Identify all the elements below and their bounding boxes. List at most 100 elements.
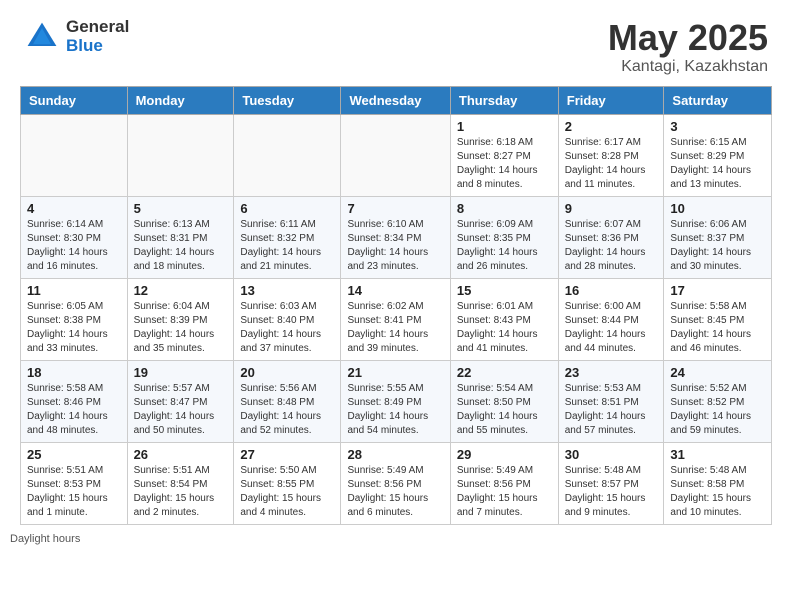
day-info: Sunrise: 6:02 AMSunset: 8:41 PMDaylight:… — [347, 301, 428, 354]
calendar-day-cell — [21, 114, 128, 196]
day-number: 24 — [670, 365, 765, 380]
calendar-day-cell: 2 Sunrise: 6:17 AMSunset: 8:28 PMDayligh… — [558, 114, 664, 196]
calendar-day-header: Wednesday — [341, 86, 450, 114]
calendar-day-cell: 4 Sunrise: 6:14 AMSunset: 8:30 PMDayligh… — [21, 196, 128, 278]
calendar-day-cell: 17 Sunrise: 5:58 AMSunset: 8:45 PMDaylig… — [664, 278, 772, 360]
day-number: 21 — [347, 365, 443, 380]
calendar-week-row: 18 Sunrise: 5:58 AMSunset: 8:46 PMDaylig… — [21, 360, 772, 442]
title-block: May 2025 Kantagi, Kazakhstan — [608, 18, 768, 76]
day-number: 11 — [27, 283, 121, 298]
day-info: Sunrise: 6:09 AMSunset: 8:35 PMDaylight:… — [457, 219, 538, 272]
day-info: Sunrise: 5:58 AMSunset: 8:46 PMDaylight:… — [27, 383, 108, 436]
day-info: Sunrise: 5:54 AMSunset: 8:50 PMDaylight:… — [457, 383, 538, 436]
footer-text: Daylight hours — [10, 533, 80, 545]
day-info: Sunrise: 6:11 AMSunset: 8:32 PMDaylight:… — [240, 219, 321, 272]
day-info: Sunrise: 6:04 AMSunset: 8:39 PMDaylight:… — [134, 301, 215, 354]
day-info: Sunrise: 5:51 AMSunset: 8:53 PMDaylight:… — [27, 465, 108, 518]
day-number: 26 — [134, 447, 228, 462]
day-info: Sunrise: 6:03 AMSunset: 8:40 PMDaylight:… — [240, 301, 321, 354]
calendar-day-cell: 12 Sunrise: 6:04 AMSunset: 8:39 PMDaylig… — [127, 278, 234, 360]
calendar-day-cell: 9 Sunrise: 6:07 AMSunset: 8:36 PMDayligh… — [558, 196, 664, 278]
day-info: Sunrise: 5:53 AMSunset: 8:51 PMDaylight:… — [565, 383, 646, 436]
calendar-day-cell: 6 Sunrise: 6:11 AMSunset: 8:32 PMDayligh… — [234, 196, 341, 278]
calendar-week-row: 4 Sunrise: 6:14 AMSunset: 8:30 PMDayligh… — [21, 196, 772, 278]
calendar-day-cell: 24 Sunrise: 5:52 AMSunset: 8:52 PMDaylig… — [664, 360, 772, 442]
footer: Daylight hours — [0, 525, 792, 549]
calendar-day-cell: 29 Sunrise: 5:49 AMSunset: 8:56 PMDaylig… — [450, 442, 558, 524]
page-header: General Blue May 2025 Kantagi, Kazakhsta… — [0, 0, 792, 86]
day-info: Sunrise: 6:13 AMSunset: 8:31 PMDaylight:… — [134, 219, 215, 272]
day-info: Sunrise: 5:49 AMSunset: 8:56 PMDaylight:… — [347, 465, 428, 518]
day-number: 8 — [457, 201, 552, 216]
day-number: 29 — [457, 447, 552, 462]
day-info: Sunrise: 6:15 AMSunset: 8:29 PMDaylight:… — [670, 137, 751, 190]
calendar-week-row: 11 Sunrise: 6:05 AMSunset: 8:38 PMDaylig… — [21, 278, 772, 360]
calendar-day-cell: 15 Sunrise: 6:01 AMSunset: 8:43 PMDaylig… — [450, 278, 558, 360]
day-number: 23 — [565, 365, 658, 380]
day-number: 27 — [240, 447, 334, 462]
day-info: Sunrise: 5:55 AMSunset: 8:49 PMDaylight:… — [347, 383, 428, 436]
day-number: 28 — [347, 447, 443, 462]
calendar-day-cell: 28 Sunrise: 5:49 AMSunset: 8:56 PMDaylig… — [341, 442, 450, 524]
day-number: 17 — [670, 283, 765, 298]
day-number: 7 — [347, 201, 443, 216]
day-info: Sunrise: 6:14 AMSunset: 8:30 PMDaylight:… — [27, 219, 108, 272]
day-info: Sunrise: 5:56 AMSunset: 8:48 PMDaylight:… — [240, 383, 321, 436]
day-info: Sunrise: 5:57 AMSunset: 8:47 PMDaylight:… — [134, 383, 215, 436]
day-info: Sunrise: 5:51 AMSunset: 8:54 PMDaylight:… — [134, 465, 215, 518]
day-info: Sunrise: 6:17 AMSunset: 8:28 PMDaylight:… — [565, 137, 646, 190]
calendar-wrapper: SundayMondayTuesdayWednesdayThursdayFrid… — [0, 86, 792, 525]
logo: General Blue — [24, 18, 129, 55]
calendar-day-header: Saturday — [664, 86, 772, 114]
day-info: Sunrise: 6:10 AMSunset: 8:34 PMDaylight:… — [347, 219, 428, 272]
calendar-week-row: 1 Sunrise: 6:18 AMSunset: 8:27 PMDayligh… — [21, 114, 772, 196]
calendar-day-header: Sunday — [21, 86, 128, 114]
calendar-day-header: Tuesday — [234, 86, 341, 114]
calendar-day-cell: 10 Sunrise: 6:06 AMSunset: 8:37 PMDaylig… — [664, 196, 772, 278]
calendar-day-cell: 30 Sunrise: 5:48 AMSunset: 8:57 PMDaylig… — [558, 442, 664, 524]
calendar-week-row: 25 Sunrise: 5:51 AMSunset: 8:53 PMDaylig… — [21, 442, 772, 524]
month-title: May 2025 — [608, 18, 768, 58]
day-number: 10 — [670, 201, 765, 216]
calendar-day-cell: 8 Sunrise: 6:09 AMSunset: 8:35 PMDayligh… — [450, 196, 558, 278]
logo-general: General — [66, 18, 129, 37]
calendar-day-cell: 26 Sunrise: 5:51 AMSunset: 8:54 PMDaylig… — [127, 442, 234, 524]
calendar-day-cell: 13 Sunrise: 6:03 AMSunset: 8:40 PMDaylig… — [234, 278, 341, 360]
calendar-day-header: Thursday — [450, 86, 558, 114]
day-number: 3 — [670, 119, 765, 134]
day-number: 18 — [27, 365, 121, 380]
day-info: Sunrise: 5:58 AMSunset: 8:45 PMDaylight:… — [670, 301, 751, 354]
logo-icon — [24, 19, 60, 55]
day-info: Sunrise: 5:48 AMSunset: 8:57 PMDaylight:… — [565, 465, 646, 518]
calendar-table: SundayMondayTuesdayWednesdayThursdayFrid… — [20, 86, 772, 525]
calendar-day-cell: 21 Sunrise: 5:55 AMSunset: 8:49 PMDaylig… — [341, 360, 450, 442]
day-number: 30 — [565, 447, 658, 462]
day-info: Sunrise: 5:50 AMSunset: 8:55 PMDaylight:… — [240, 465, 321, 518]
calendar-day-cell: 3 Sunrise: 6:15 AMSunset: 8:29 PMDayligh… — [664, 114, 772, 196]
calendar-day-cell: 23 Sunrise: 5:53 AMSunset: 8:51 PMDaylig… — [558, 360, 664, 442]
day-number: 25 — [27, 447, 121, 462]
day-number: 2 — [565, 119, 658, 134]
calendar-day-cell: 25 Sunrise: 5:51 AMSunset: 8:53 PMDaylig… — [21, 442, 128, 524]
location: Kantagi, Kazakhstan — [608, 58, 768, 76]
calendar-day-cell — [127, 114, 234, 196]
day-number: 22 — [457, 365, 552, 380]
day-info: Sunrise: 6:05 AMSunset: 8:38 PMDaylight:… — [27, 301, 108, 354]
day-number: 19 — [134, 365, 228, 380]
day-info: Sunrise: 5:48 AMSunset: 8:58 PMDaylight:… — [670, 465, 751, 518]
calendar-day-cell: 20 Sunrise: 5:56 AMSunset: 8:48 PMDaylig… — [234, 360, 341, 442]
calendar-day-cell: 16 Sunrise: 6:00 AMSunset: 8:44 PMDaylig… — [558, 278, 664, 360]
calendar-day-cell: 18 Sunrise: 5:58 AMSunset: 8:46 PMDaylig… — [21, 360, 128, 442]
calendar-day-cell: 31 Sunrise: 5:48 AMSunset: 8:58 PMDaylig… — [664, 442, 772, 524]
calendar-day-cell: 14 Sunrise: 6:02 AMSunset: 8:41 PMDaylig… — [341, 278, 450, 360]
day-info: Sunrise: 6:00 AMSunset: 8:44 PMDaylight:… — [565, 301, 646, 354]
day-number: 16 — [565, 283, 658, 298]
calendar-day-cell: 27 Sunrise: 5:50 AMSunset: 8:55 PMDaylig… — [234, 442, 341, 524]
calendar-day-cell: 1 Sunrise: 6:18 AMSunset: 8:27 PMDayligh… — [450, 114, 558, 196]
day-number: 31 — [670, 447, 765, 462]
day-info: Sunrise: 5:52 AMSunset: 8:52 PMDaylight:… — [670, 383, 751, 436]
logo-text: General Blue — [66, 18, 129, 55]
calendar-day-cell — [234, 114, 341, 196]
calendar-day-cell: 5 Sunrise: 6:13 AMSunset: 8:31 PMDayligh… — [127, 196, 234, 278]
day-number: 1 — [457, 119, 552, 134]
